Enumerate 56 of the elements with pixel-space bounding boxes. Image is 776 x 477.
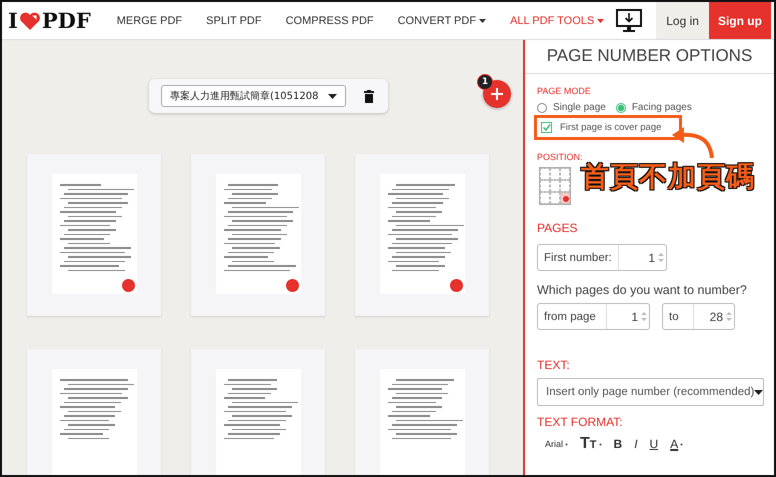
size-button[interactable]: TT [580, 435, 602, 453]
logo-text: PDF [42, 8, 91, 33]
page-card[interactable] [191, 349, 325, 475]
signup-button[interactable]: Sign up [708, 2, 771, 39]
underline-button[interactable]: U [650, 437, 658, 451]
nav-link[interactable]: SPLIT PDF [194, 14, 274, 26]
bold-button[interactable]: B [614, 437, 622, 451]
page-card[interactable] [191, 154, 325, 316]
page-card[interactable] [355, 349, 489, 475]
italic-button[interactable]: I [634, 437, 638, 451]
number-field[interactable]: First number: 1 [537, 244, 667, 271]
caret-icon [754, 390, 764, 394]
section-label: POSITION: [537, 152, 584, 162]
radio-option[interactable]: Facing pages [616, 102, 692, 113]
section-label: TEXT: [537, 358, 571, 372]
page-card[interactable] [355, 154, 489, 316]
section-label: TEXT FORMAT: [537, 415, 624, 429]
count-badge: 1 [477, 74, 493, 90]
caret-icon [598, 442, 602, 446]
caret-icon [328, 94, 338, 98]
callout-text: 首頁不加頁碼 [581, 160, 755, 195]
radio-button[interactable] [537, 102, 547, 112]
file-select[interactable]: 專案人力進用甄試簡章(1051208 [161, 85, 346, 107]
panel-title: PAGE NUMBER OPTIONS [525, 40, 774, 74]
section-label: PAGE MODE [537, 86, 592, 96]
position-grid[interactable] [539, 167, 571, 205]
nav-link[interactable]: CONVERT PDF [386, 14, 498, 26]
nav-link[interactable]: COMPRESS PDF [274, 14, 386, 26]
spinner-icon[interactable] [658, 252, 664, 263]
radio-button[interactable] [616, 102, 626, 112]
font-button[interactable]: Arial [545, 439, 568, 449]
text-select[interactable]: Insert only page number (recommended) [537, 378, 764, 406]
caret-icon [680, 442, 684, 446]
heart-icon [18, 10, 41, 30]
page-card[interactable] [27, 154, 161, 316]
login-button[interactable]: Log in [656, 2, 709, 39]
checkbox-option[interactable]: First page is cover page [541, 122, 676, 133]
color-button[interactable]: A [670, 437, 684, 451]
check-icon [542, 123, 551, 132]
caret-icon [597, 18, 604, 22]
question-text: Which pages do you want to number? [537, 283, 748, 297]
spinner-icon[interactable] [726, 311, 732, 322]
radio-option[interactable]: Single page [537, 102, 606, 113]
spinner-icon[interactable] [641, 311, 647, 322]
nav-link[interactable]: ALL PDF TOOLS [498, 14, 616, 26]
trash-icon[interactable] [364, 90, 374, 102]
nav-link[interactable]: MERGE PDF [104, 14, 194, 26]
logo-text: I [8, 8, 18, 33]
caret-icon [479, 18, 486, 22]
checkbox[interactable] [541, 122, 552, 133]
page-card[interactable] [27, 349, 161, 475]
section-label: PAGES [537, 221, 578, 235]
number-field[interactable]: to 28 [662, 303, 735, 330]
desktop-download-icon[interactable] [616, 8, 642, 32]
number-field[interactable]: from page 1 [537, 303, 650, 330]
caret-icon [565, 442, 568, 446]
